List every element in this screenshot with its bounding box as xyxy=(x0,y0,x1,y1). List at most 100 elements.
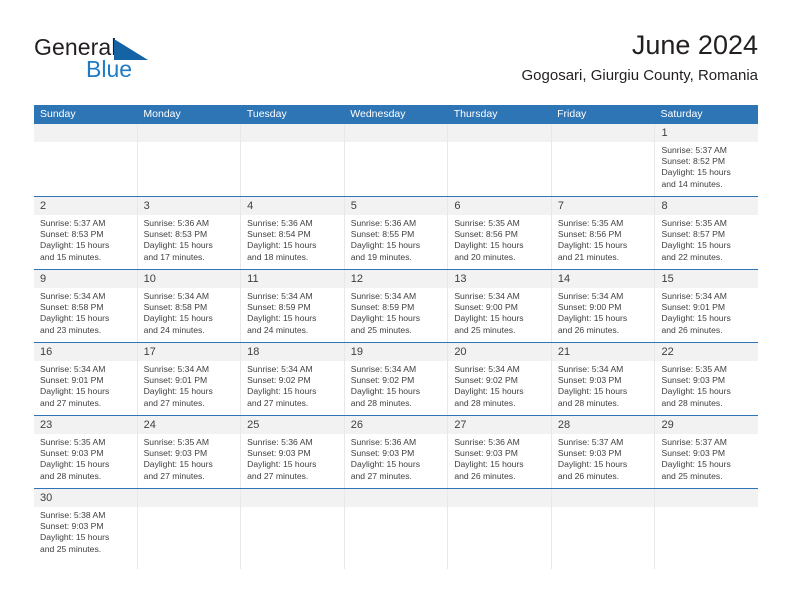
sunset-text: Sunset: 9:03 PM xyxy=(454,448,518,459)
calendar-day-cell[interactable]: 2 Sunrise: 5:37 AM Sunset: 8:53 PM Daylight… xyxy=(34,197,138,269)
daylight-text-line1: Daylight: 15 hours xyxy=(40,240,110,251)
day-number xyxy=(137,489,241,507)
daylight-text-line1: Daylight: 15 hours xyxy=(350,459,421,470)
day-number: 20 xyxy=(448,343,551,361)
daylight-text-line2: and 28 minutes. xyxy=(40,470,102,481)
daylight-text-line2: and 27 minutes. xyxy=(247,470,309,481)
calendar-day-cell[interactable]: 19 Sunrise: 5:34 AM Sunset: 9:02 PM Dayligh… xyxy=(344,343,449,415)
sunrise-text: Sunrise: 5:35 AM xyxy=(661,218,727,228)
calendar-day-cell[interactable]: 23 Sunrise: 5:35 AM Sunset: 9:03 PM Dayligh… xyxy=(34,416,138,488)
day-number: 28 xyxy=(551,416,655,434)
calendar-day-cell[interactable]: 14 Sunrise: 5:34 AM Sunset: 9:00 PM Dayligh… xyxy=(551,270,656,342)
sun-details: Sunrise: 5:37 AM Sunset: 8:53 PM Daylight:… xyxy=(34,215,137,267)
daylight-text-line2: and 26 minutes. xyxy=(454,470,516,481)
sunrise-text: Sunrise: 5:37 AM xyxy=(661,437,727,447)
day-number: 1 xyxy=(655,124,759,142)
day-number: 26 xyxy=(344,416,448,434)
calendar-day-cell[interactable]: 25 Sunrise: 5:36 AM Sunset: 9:03 PM Dayligh… xyxy=(241,416,345,488)
day-number: 14 xyxy=(551,270,655,288)
daylight-text-line1: Daylight: 15 hours xyxy=(247,313,317,324)
calendar-day-cell[interactable]: 30 Sunrise: 5:38 AM Sunset: 9:03 PM Dayligh… xyxy=(34,489,138,569)
calendar-day-cell[interactable]: 15 Sunrise: 5:34 AM Sunset: 9:01 PM Dayligh… xyxy=(655,270,759,342)
calendar-day-cell[interactable]: 11 Sunrise: 5:34 AM Sunset: 8:59 PM Dayligh… xyxy=(241,270,345,342)
sunrise-text: Sunrise: 5:34 AM xyxy=(40,291,106,301)
calendar-day-cell[interactable]: 28 Sunrise: 5:37 AM Sunset: 9:03 PM Dayligh… xyxy=(551,416,656,488)
sun-details: Sunrise: 5:35 AM Sunset: 8:56 PM Daylight:… xyxy=(448,215,551,267)
day-number: 11 xyxy=(241,270,344,288)
daylight-text-line1: Daylight: 15 hours xyxy=(454,313,524,324)
sunrise-text: Sunrise: 5:34 AM xyxy=(557,364,624,374)
calendar-day-cell[interactable]: 1 Sunrise: 5:37 AM Sunset: 8:52 PM Daylight… xyxy=(655,124,759,196)
calendar-day-cell[interactable]: 24 Sunrise: 5:35 AM Sunset: 9:03 PM Dayligh… xyxy=(137,416,242,488)
sun-details: Sunrise: 5:35 AM Sunset: 8:57 PM Daylight:… xyxy=(655,215,758,267)
calendar-day-cell[interactable]: 29 Sunrise: 5:37 AM Sunset: 9:03 PM Dayligh… xyxy=(655,416,759,488)
daylight-text-line2: and 27 minutes. xyxy=(40,397,102,408)
daylight-text-line2: and 21 minutes. xyxy=(557,251,620,262)
daylight-text-line1: Daylight: 15 hours xyxy=(557,459,628,470)
calendar-day-cell[interactable]: 10 Sunrise: 5:34 AM Sunset: 8:58 PM Dayligh… xyxy=(137,270,242,342)
calendar-day-cell[interactable]: 8 Sunrise: 5:35 AM Sunset: 8:57 PM Daylight… xyxy=(655,197,759,269)
sunrise-text: Sunrise: 5:34 AM xyxy=(143,364,210,374)
calendar-day-cell[interactable]: 12 Sunrise: 5:34 AM Sunset: 8:59 PM Dayligh… xyxy=(344,270,449,342)
calendar-day-cell[interactable]: 27 Sunrise: 5:36 AM Sunset: 9:03 PM Dayligh… xyxy=(448,416,552,488)
calendar-day-cell[interactable]: 5 Sunrise: 5:36 AM Sunset: 8:55 PM Daylight… xyxy=(344,197,449,269)
sun-details: Sunrise: 5:36 AM Sunset: 9:03 PM Daylight:… xyxy=(241,434,344,486)
daylight-text-line2: and 28 minutes. xyxy=(350,397,412,408)
calendar-day-cell[interactable]: 13 Sunrise: 5:34 AM Sunset: 9:00 PM Dayligh… xyxy=(448,270,552,342)
sunset-text: Sunset: 8:52 PM xyxy=(661,156,726,167)
daylight-text-line2: and 27 minutes. xyxy=(247,397,309,408)
daylight-text-line1: Daylight: 15 hours xyxy=(661,313,731,324)
daylight-text-line2: and 20 minutes. xyxy=(454,251,516,262)
day-number: 30 xyxy=(34,489,137,507)
day-number: 2 xyxy=(34,197,137,215)
page-header: General Blue June 2024 Gogosari, Giurgiu… xyxy=(34,28,758,96)
calendar-day-cell[interactable]: 22 Sunrise: 5:35 AM Sunset: 9:03 PM Dayligh… xyxy=(655,343,759,415)
calendar-day-cell-empty xyxy=(137,489,242,569)
daylight-text-line2: and 25 minutes. xyxy=(661,470,723,481)
daylight-text-line2: and 28 minutes. xyxy=(557,397,620,408)
calendar-day-cell[interactable]: 16 Sunrise: 5:34 AM Sunset: 9:01 PM Dayligh… xyxy=(34,343,138,415)
sun-details: Sunrise: 5:34 AM Sunset: 9:03 PM Daylight:… xyxy=(552,361,655,413)
sun-details: Sunrise: 5:38 AM Sunset: 9:03 PM Daylight:… xyxy=(34,507,137,559)
calendar-day-cell-empty xyxy=(551,124,656,196)
weekday-header-wednesday: Wednesday xyxy=(350,108,406,120)
sunrise-text: Sunrise: 5:34 AM xyxy=(454,291,520,301)
sun-details: Sunrise: 5:34 AM Sunset: 9:02 PM Daylight:… xyxy=(448,361,551,413)
sunset-text: Sunset: 8:53 PM xyxy=(40,229,104,240)
calendar-day-cell[interactable]: 26 Sunrise: 5:36 AM Sunset: 9:03 PM Dayligh… xyxy=(344,416,449,488)
calendar-day-cell[interactable]: 20 Sunrise: 5:34 AM Sunset: 9:02 PM Dayligh… xyxy=(448,343,552,415)
sun-details: Sunrise: 5:34 AM Sunset: 8:59 PM Daylight:… xyxy=(345,288,448,340)
daylight-text-line1: Daylight: 15 hours xyxy=(454,240,524,251)
calendar-day-cell[interactable]: 9 Sunrise: 5:34 AM Sunset: 8:58 PM Daylight… xyxy=(34,270,138,342)
calendar-day-cell-empty xyxy=(448,489,552,569)
calendar-day-cell[interactable]: 18 Sunrise: 5:34 AM Sunset: 9:02 PM Dayligh… xyxy=(241,343,345,415)
day-number: 22 xyxy=(655,343,759,361)
day-number xyxy=(241,124,344,142)
sunset-text: Sunset: 8:58 PM xyxy=(40,302,104,313)
brand-logo[interactable]: General Blue xyxy=(34,34,214,90)
daylight-text-line2: and 25 minutes. xyxy=(40,543,102,554)
daylight-text-line2: and 23 minutes. xyxy=(40,324,102,335)
sunrise-text: Sunrise: 5:34 AM xyxy=(350,364,417,374)
sunset-text: Sunset: 9:02 PM xyxy=(247,375,311,386)
sunset-text: Sunset: 8:56 PM xyxy=(557,229,622,240)
sun-details: Sunrise: 5:35 AM Sunset: 8:56 PM Daylight:… xyxy=(552,215,655,267)
daylight-text-line1: Daylight: 15 hours xyxy=(143,313,213,324)
sunrise-text: Sunrise: 5:34 AM xyxy=(454,364,520,374)
sunset-text: Sunset: 9:03 PM xyxy=(247,448,311,459)
day-number: 25 xyxy=(241,416,344,434)
sunrise-text: Sunrise: 5:34 AM xyxy=(661,291,727,301)
sunset-text: Sunset: 9:03 PM xyxy=(350,448,415,459)
calendar-day-cell[interactable]: 21 Sunrise: 5:34 AM Sunset: 9:03 PM Dayligh… xyxy=(551,343,656,415)
calendar-day-cell[interactable]: 6 Sunrise: 5:35 AM Sunset: 8:56 PM Daylight… xyxy=(448,197,552,269)
calendar-day-cell[interactable]: 17 Sunrise: 5:34 AM Sunset: 9:01 PM Dayligh… xyxy=(137,343,242,415)
calendar-day-cell[interactable]: 4 Sunrise: 5:36 AM Sunset: 8:54 PM Daylight… xyxy=(241,197,345,269)
day-number xyxy=(655,489,759,507)
calendar-day-cell[interactable]: 7 Sunrise: 5:35 AM Sunset: 8:56 PM Daylight… xyxy=(551,197,656,269)
sunset-text: Sunset: 9:03 PM xyxy=(40,521,104,532)
title-block: June 2024 Gogosari, Giurgiu County, Roma… xyxy=(522,28,759,85)
daylight-text-line2: and 17 minutes. xyxy=(143,251,205,262)
calendar-day-cell[interactable]: 3 Sunrise: 5:36 AM Sunset: 8:53 PM Daylight… xyxy=(137,197,242,269)
sun-details: Sunrise: 5:34 AM Sunset: 9:02 PM Daylight:… xyxy=(241,361,344,413)
sunset-text: Sunset: 9:03 PM xyxy=(557,448,622,459)
